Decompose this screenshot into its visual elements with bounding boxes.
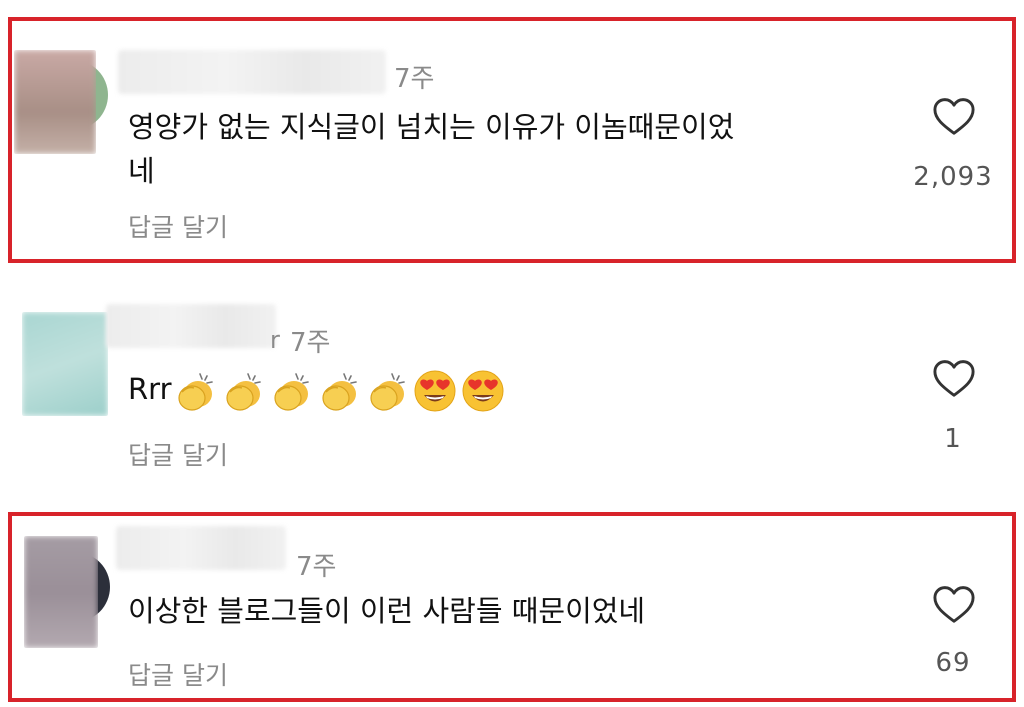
clapping-hands-emoji-icon xyxy=(273,373,309,411)
clapping-hands-emoji-icon xyxy=(321,373,357,411)
heart-eyes-emoji-icon xyxy=(414,370,455,412)
comment-text: 이상한 블로그들이 이런 사람들 때문이었네 xyxy=(128,594,646,628)
comment-text-line-2: 네 xyxy=(128,154,155,188)
like-count: 1 xyxy=(944,424,962,454)
username-redacted[interactable] xyxy=(116,526,286,570)
emoji-row xyxy=(172,368,506,414)
clapping-hands-emoji-icon xyxy=(225,373,261,411)
comment-item-2: r 7주 Rrr 답글 달기 1 xyxy=(0,290,1024,490)
clapping-hands-emoji-icon xyxy=(177,373,213,411)
avatar[interactable] xyxy=(22,312,108,416)
like-count: 69 xyxy=(935,648,971,678)
comment-text-line-1: 영양가 없는 지식글이 넘치는 이유가 이놈때문이었 xyxy=(128,110,735,144)
avatar[interactable] xyxy=(14,50,96,154)
comment-item-1: 7주 영양가 없는 지식글이 넘치는 이유가 이놈때문이었 네 답글 달기 2,… xyxy=(0,0,1024,270)
heart-outline-icon[interactable] xyxy=(932,358,976,398)
comment-time: 7주 xyxy=(394,64,435,94)
like-count: 2,093 xyxy=(913,162,993,192)
heart-eyes-emoji-icon xyxy=(462,370,503,412)
reply-button[interactable]: 답글 달기 xyxy=(128,436,228,472)
heart-outline-icon[interactable] xyxy=(932,96,976,136)
username-redacted[interactable] xyxy=(106,304,276,348)
reply-button[interactable]: 답글 달기 xyxy=(128,656,228,692)
username-redacted[interactable] xyxy=(118,50,386,94)
clapping-hands-emoji-icon xyxy=(369,373,405,411)
comment-time: 7주 xyxy=(296,552,337,582)
username-visible-part: r xyxy=(270,326,281,354)
comment-text-content: Rrr xyxy=(128,372,172,406)
comment-text: Rrr xyxy=(128,366,506,414)
avatar[interactable] xyxy=(24,536,98,648)
comment-item-3: 7주 이상한 블로그들이 이런 사람들 때문이었네 답글 달기 69 xyxy=(0,512,1024,702)
reply-button[interactable]: 답글 달기 xyxy=(128,208,228,244)
heart-outline-icon[interactable] xyxy=(932,584,976,624)
comment-time: 7주 xyxy=(290,328,331,358)
